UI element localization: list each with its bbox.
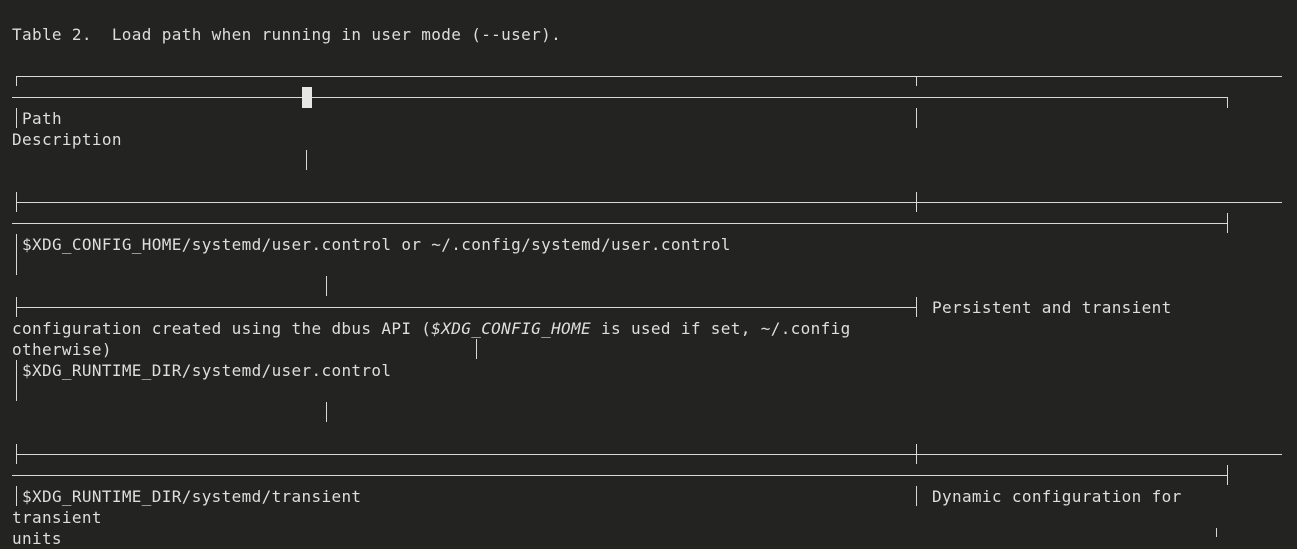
row1-description-line1: Persistent and transient <box>932 298 1172 317</box>
row1-description-env-var: $XDG_CONFIG_HOME <box>431 319 592 338</box>
terminal-cursor <box>302 87 312 108</box>
header-path: Path <box>22 109 62 128</box>
row2-wrapped-separator <box>326 402 327 422</box>
row1-description-line3: otherwise) <box>12 340 112 359</box>
row1-inner-left-tee <box>16 297 17 317</box>
row1-description-prefix: configuration created using the dbus API… <box>12 319 432 338</box>
row2-left-border <box>16 360 17 401</box>
header-bottom-rule <box>16 202 1282 203</box>
header-column-separator <box>916 108 917 128</box>
row3-trailing-separator <box>1216 528 1217 537</box>
row3-description-line3: units <box>12 529 62 548</box>
row3-path: $XDG_RUNTIME_DIR/systemd/transient <box>22 487 362 506</box>
row1-top-rule <box>12 223 1227 224</box>
row2-bottom-cross <box>916 444 917 464</box>
row3-description-line2: transient <box>12 508 102 527</box>
row1-left-border <box>16 234 17 275</box>
row1-column-separator <box>916 297 917 317</box>
terminal-window[interactable]: Table 2. Load path when running in user … <box>0 0 1297 548</box>
table-caption: Table 2. Load path when running in user … <box>12 25 562 44</box>
row3-description-line1: Dynamic configuration for <box>932 487 1182 506</box>
header-left-border <box>16 108 17 128</box>
row2-path: $XDG_RUNTIME_DIR/systemd/user.control <box>22 361 392 380</box>
row1-path: $XDG_CONFIG_HOME/systemd/user.control or… <box>22 235 731 254</box>
header-bottom-cross <box>916 192 917 212</box>
row1-trailing-separator <box>476 339 477 359</box>
header-description: Description <box>12 130 122 149</box>
table-top-right-corner <box>1227 97 1228 108</box>
header-wrapped-separator <box>306 150 307 170</box>
row1-inner-rule <box>16 307 916 308</box>
table-top-left-corner <box>16 76 17 86</box>
table-top-border <box>16 76 1282 77</box>
row3-top-rule <box>12 475 1227 476</box>
row1-top-right-tee <box>1227 213 1228 233</box>
table-header-rule <box>12 97 1227 98</box>
row3-column-separator <box>916 486 917 506</box>
table-top-column-tick <box>916 76 917 86</box>
row2-bottom-left-tee <box>16 444 17 464</box>
row1-description-suffix: is used if set, ~/.config <box>591 319 851 338</box>
row1-wrapped-separator <box>326 276 327 296</box>
row2-bottom-rule <box>16 454 1282 455</box>
row3-left-border <box>16 486 17 506</box>
header-bottom-left-tee <box>16 192 17 212</box>
row3-top-right-tee <box>1227 465 1228 485</box>
row1-description-line2: configuration created using the dbus API… <box>12 318 851 339</box>
